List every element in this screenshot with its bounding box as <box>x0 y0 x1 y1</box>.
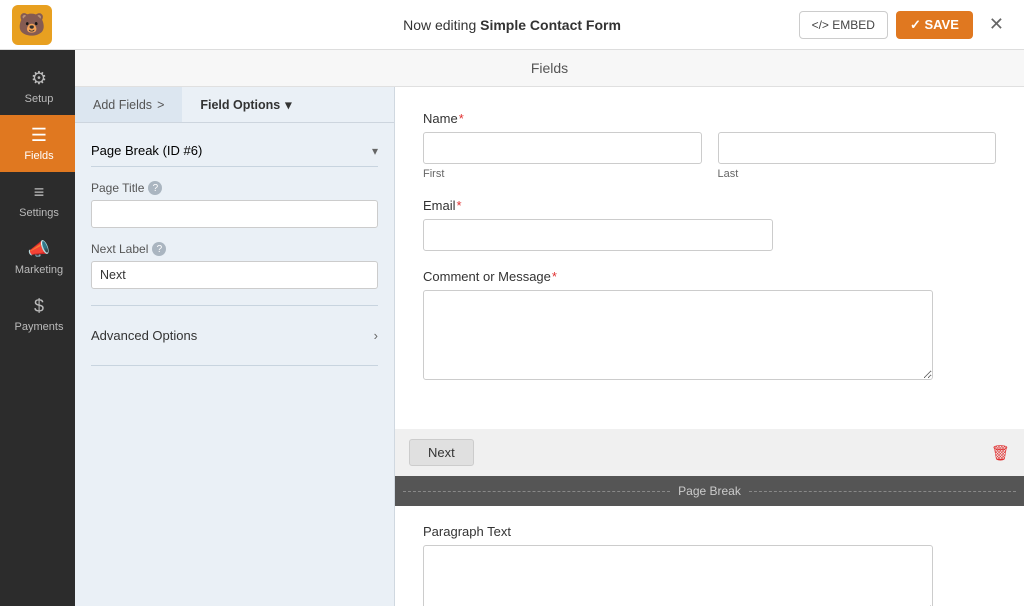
next-label-help-icon[interactable]: ? <box>152 242 166 256</box>
advanced-options-label: Advanced Options <box>91 328 197 343</box>
next-label-input[interactable] <box>91 261 378 289</box>
id-badge: (ID #6) <box>163 143 203 158</box>
name-label: Name * <box>423 111 996 126</box>
advanced-options-chevron: › <box>374 328 378 343</box>
editing-prefix: Now editing <box>403 17 476 33</box>
tab-field-options-label: Field Options <box>200 98 280 112</box>
settings-icon: ≡ <box>34 182 45 203</box>
advanced-options-row[interactable]: Advanced Options › <box>91 322 378 349</box>
left-panel-content: Page Break (ID #6) ▾ Page Title ? <box>75 123 394 606</box>
message-field-row: Comment or Message * <box>423 269 996 383</box>
last-name-label: Last <box>718 168 997 180</box>
sidebar-item-payments[interactable]: $ Payments <box>0 286 75 343</box>
setup-icon: ⚙ <box>31 68 47 89</box>
fields-icon: ☰ <box>31 125 47 146</box>
header-actions: </> EMBED ✓ SAVE ✕ <box>799 10 1012 39</box>
page-break-divider-label: Page Break <box>678 484 741 498</box>
sidebar-item-settings[interactable]: ≡ Settings <box>0 172 75 229</box>
name-required: * <box>459 111 464 126</box>
next-button-row: Next 🗑 <box>395 429 1024 476</box>
payments-icon: $ <box>34 296 44 317</box>
last-name-input[interactable] <box>718 132 997 164</box>
sidebar-label-payments: Payments <box>15 321 64 333</box>
email-field-row: Email * <box>423 198 996 251</box>
tab-add-fields-label: Add Fields <box>93 98 152 112</box>
left-panel: Add Fields > Field Options ▾ Page Break <box>75 87 395 606</box>
email-required: * <box>457 198 462 213</box>
sidebar-item-marketing[interactable]: 📣 Marketing <box>0 229 75 286</box>
page-title-label: Page Title ? <box>91 181 378 195</box>
paragraph-textarea[interactable] <box>423 545 933 606</box>
paragraph-label: Paragraph Text <box>423 524 996 539</box>
logo-area: 🐻 <box>12 5 52 45</box>
separator <box>91 305 378 306</box>
tabs-row: Add Fields > Field Options ▾ <box>75 87 394 123</box>
close-button[interactable]: ✕ <box>981 10 1012 39</box>
page-break-chevron: ▾ <box>372 144 378 158</box>
page-break-divider: Page Break <box>395 476 1024 506</box>
page-break-label: Page Break (ID #6) <box>91 143 202 158</box>
marketing-icon: 📣 <box>28 239 50 260</box>
first-name-label: First <box>423 168 702 180</box>
next-button[interactable]: Next <box>409 439 474 466</box>
sidebar-label-settings: Settings <box>19 207 59 219</box>
top-header: 🐻 Now editing Simple Contact Form </> EM… <box>0 0 1024 50</box>
form-preview: Name * First Last <box>395 87 1024 425</box>
separator2 <box>91 365 378 366</box>
sidebar-label-fields: Fields <box>24 150 53 162</box>
save-button[interactable]: ✓ SAVE <box>896 11 973 39</box>
last-name-field: Last <box>718 132 997 180</box>
email-input[interactable] <box>423 219 773 251</box>
paragraph-section: Paragraph Text <box>395 506 1024 606</box>
page-title-help-icon[interactable]: ? <box>148 181 162 195</box>
sidebar-item-fields[interactable]: ☰ Fields <box>0 115 75 172</box>
sidebar-label-setup: Setup <box>25 93 54 105</box>
message-required: * <box>552 269 557 284</box>
next-label-label: Next Label ? <box>91 242 378 256</box>
name-fields: First Last <box>423 132 996 180</box>
email-label: Email * <box>423 198 996 213</box>
tab-field-options[interactable]: Field Options ▾ <box>182 87 309 122</box>
embed-button[interactable]: </> EMBED <box>799 11 888 39</box>
sidebar-label-marketing: Marketing <box>15 264 63 276</box>
fields-heading: Fields <box>75 50 1024 87</box>
next-label-group: Next Label ? <box>91 242 378 289</box>
tab-add-fields[interactable]: Add Fields > <box>75 87 182 122</box>
page-title-input[interactable] <box>91 200 378 228</box>
right-panel: Name * First Last <box>395 87 1024 606</box>
editing-title: Now editing Simple Contact Form <box>403 17 621 33</box>
delete-icon[interactable]: 🗑 <box>991 444 1010 462</box>
main-layout: ⚙ Setup ☰ Fields ≡ Settings 📣 Marketing … <box>0 50 1024 606</box>
page-title-group: Page Title ? <box>91 181 378 228</box>
sidebar-item-setup[interactable]: ⚙ Setup <box>0 58 75 115</box>
page-break-row[interactable]: Page Break (ID #6) ▾ <box>91 135 378 167</box>
message-textarea[interactable] <box>423 290 933 380</box>
first-name-input[interactable] <box>423 132 702 164</box>
tab-field-options-chevron: ▾ <box>285 97 291 112</box>
first-name-field: First <box>423 132 702 180</box>
panels: Add Fields > Field Options ▾ Page Break <box>75 87 1024 606</box>
tab-add-fields-chevron: > <box>157 98 164 112</box>
form-name: Simple Contact Form <box>480 17 621 33</box>
name-field-row: Name * First Last <box>423 111 996 180</box>
sidebar: ⚙ Setup ☰ Fields ≡ Settings 📣 Marketing … <box>0 50 75 606</box>
bear-logo: 🐻 <box>12 5 52 45</box>
message-label: Comment or Message * <box>423 269 996 284</box>
content-area: Fields Add Fields > Field Options ▾ <box>75 50 1024 606</box>
